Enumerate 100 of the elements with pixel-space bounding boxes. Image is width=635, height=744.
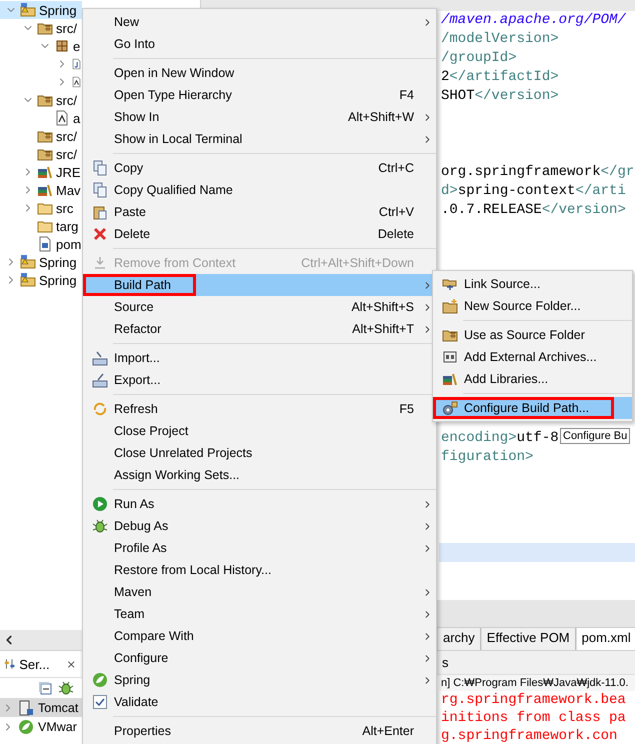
delete-icon [92,226,108,242]
leaf-icon [18,718,34,734]
menu-item[interactable]: Refactor Alt+Shift+T [83,318,436,340]
menu-item[interactable]: Add External Archives... [433,346,632,368]
menu-item[interactable]: New Source Folder... [433,295,632,317]
shortcut-text: Ctrl+V [378,205,415,219]
xml-file-icon [37,236,53,252]
menu-item[interactable]: Spring [83,669,436,691]
menu-item[interactable]: Compare With [83,625,436,647]
library-icon [442,371,458,387]
menu-item[interactable]: Show in Local Terminal [83,128,436,150]
editor-tab[interactable]: Effective POM [480,628,576,650]
tree-item[interactable]: JRE [0,163,82,181]
tree-item[interactable]: src/ [0,145,82,163]
tree-item[interactable]: Spring [0,271,82,289]
leaf-icon [92,672,108,688]
package-icon [54,38,70,54]
project-icon [20,254,36,270]
tree-item[interactable]: Mav [0,181,82,199]
server-icon [18,700,34,716]
collapse-icon[interactable] [38,681,52,695]
menu-item[interactable]: Open Type Hierarchy F4 [83,84,436,106]
menu-item[interactable]: Close Unrelated Projects [83,442,436,464]
menu-item[interactable]: Link Source... [433,273,632,295]
tree-item[interactable]: targ [0,217,82,235]
menu-item[interactable]: Paste Ctrl+V [83,201,436,223]
project-icon [20,272,36,288]
config-file-icon [71,74,82,90]
export-icon [92,372,108,388]
tab-label: Ser... [19,656,50,672]
menu-item[interactable]: Maven [83,581,436,603]
archive-icon [442,349,458,365]
console-tab[interactable]: s [442,655,448,670]
gear-icon [442,400,458,416]
bug-icon [58,680,74,696]
shortcut-text: Alt+Enter [362,724,415,738]
copy-icon [92,182,108,198]
tree-item[interactable]: src/ [0,127,82,145]
library-icon [37,164,53,180]
shortcut-text: Alt+Shift+S [351,300,415,314]
menu-item[interactable]: Source Alt+Shift+S [83,296,436,318]
console-line: rg.springframework.bea [440,691,627,709]
menu-item[interactable]: Configure [83,647,436,669]
console-line: initions from class pa [440,709,627,727]
menu-item[interactable]: Restore from Local History... [83,559,436,581]
tree-item[interactable]: pom [0,235,82,253]
tree-item[interactable]: a [0,109,82,127]
menu-item[interactable]: Configure Build Path... [433,397,632,419]
paste-icon [92,204,108,220]
bug-icon [92,518,108,534]
servers-icon [4,657,16,671]
menu-item[interactable]: Add Libraries... [433,368,632,390]
new-folder-icon [442,298,458,314]
tree-item[interactable]: src/ [0,91,82,109]
menu-item[interactable]: Open in New Window [83,62,436,84]
menu-item[interactable]: Copy Ctrl+C [83,157,436,179]
shortcut-text: F4 [399,88,415,102]
tree-item[interactable]: src [0,199,82,217]
tree-item[interactable]: Tomcat [0,698,82,717]
shortcut-text: Ctrl+C [378,161,415,175]
menu-item[interactable]: Delete Delete [83,223,436,245]
menu-item[interactable]: Use as Source Folder [433,324,632,346]
servers-tab[interactable]: Ser... [0,651,80,677]
menu-item[interactable]: Assign Working Sets... [83,464,436,486]
shortcut-text: Ctrl+Alt+Shift+Down [301,256,415,270]
checkbox-icon [92,694,108,710]
menu-item[interactable]: Export... [83,369,436,391]
console-header: n] C:₩Program Files₩Java₩jdk-11.0. [439,675,635,691]
tree-item[interactable]: Spring [0,1,82,19]
menu-item[interactable]: Team [83,603,436,625]
menu-item[interactable]: Profile As [83,537,436,559]
tree-item[interactable]: src/ [0,19,82,37]
shortcut-text: F5 [399,402,415,416]
menu-item[interactable]: Run As [83,493,436,515]
remove-icon [92,255,108,271]
menu-item[interactable]: Refresh F5 [83,398,436,420]
library-icon [37,182,53,198]
editor-tab[interactable]: pom.xml [576,628,635,650]
menu-item[interactable]: Validate [83,691,436,713]
run-icon [92,496,108,512]
menu-item[interactable]: Copy Qualified Name [83,179,436,201]
menu-item[interactable]: Go Into [83,33,436,55]
copy-icon [92,160,108,176]
tree-item[interactable]: e [0,37,82,55]
tree-item[interactable]: Spring [0,253,82,271]
menu-item[interactable]: Import... [83,347,436,369]
shortcut-text: Alt+Shift+W [348,110,415,124]
menu-item[interactable]: Properties Alt+Enter [83,720,436,742]
menu-item[interactable]: New [83,11,436,33]
menu-item[interactable]: Close Project [83,420,436,442]
menu-item[interactable]: Debug As [83,515,436,537]
editor-tab[interactable]: archy [437,628,481,650]
import-icon [92,350,108,366]
console-line: g.springframework.con [440,727,618,744]
shortcut-text: Delete [378,227,415,241]
tree-item[interactable]: VMwar [0,717,82,736]
menu-item[interactable]: Show In Alt+Shift+W [83,106,436,128]
refresh-icon [92,401,108,417]
tooltip: Configure Bu [560,428,630,444]
config-file-icon [54,110,70,126]
